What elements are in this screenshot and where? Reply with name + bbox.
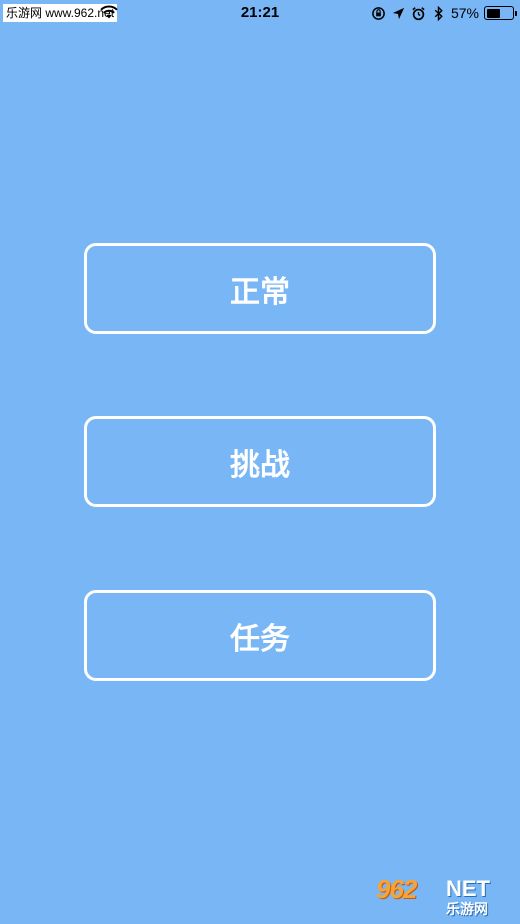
challenge-mode-button[interactable]: 挑战: [84, 416, 436, 507]
normal-mode-button[interactable]: 正常: [84, 243, 436, 334]
normal-mode-label: 正常: [230, 274, 290, 310]
site-watermark: 962 NET 乐游网: [376, 874, 514, 918]
watermark-logo: 962: [376, 874, 417, 904]
challenge-mode-label: 挑战: [230, 447, 290, 483]
status-right-icons: 57%: [371, 3, 517, 23]
bluetooth-icon: [434, 5, 443, 21]
alarm-icon: [412, 6, 425, 20]
orientation-lock-icon: [372, 6, 385, 20]
battery-percent: 57%: [450, 5, 479, 21]
task-mode-label: 任务: [230, 621, 290, 657]
status-bar: 乐游网 www.962.net 21:21 57%: [0, 0, 520, 26]
location-icon: [392, 7, 405, 19]
battery-fill: [486, 8, 501, 18]
battery-icon: [484, 6, 517, 20]
task-mode-button[interactable]: 任务: [84, 590, 436, 681]
watermark-sub: 乐游网: [446, 902, 488, 918]
